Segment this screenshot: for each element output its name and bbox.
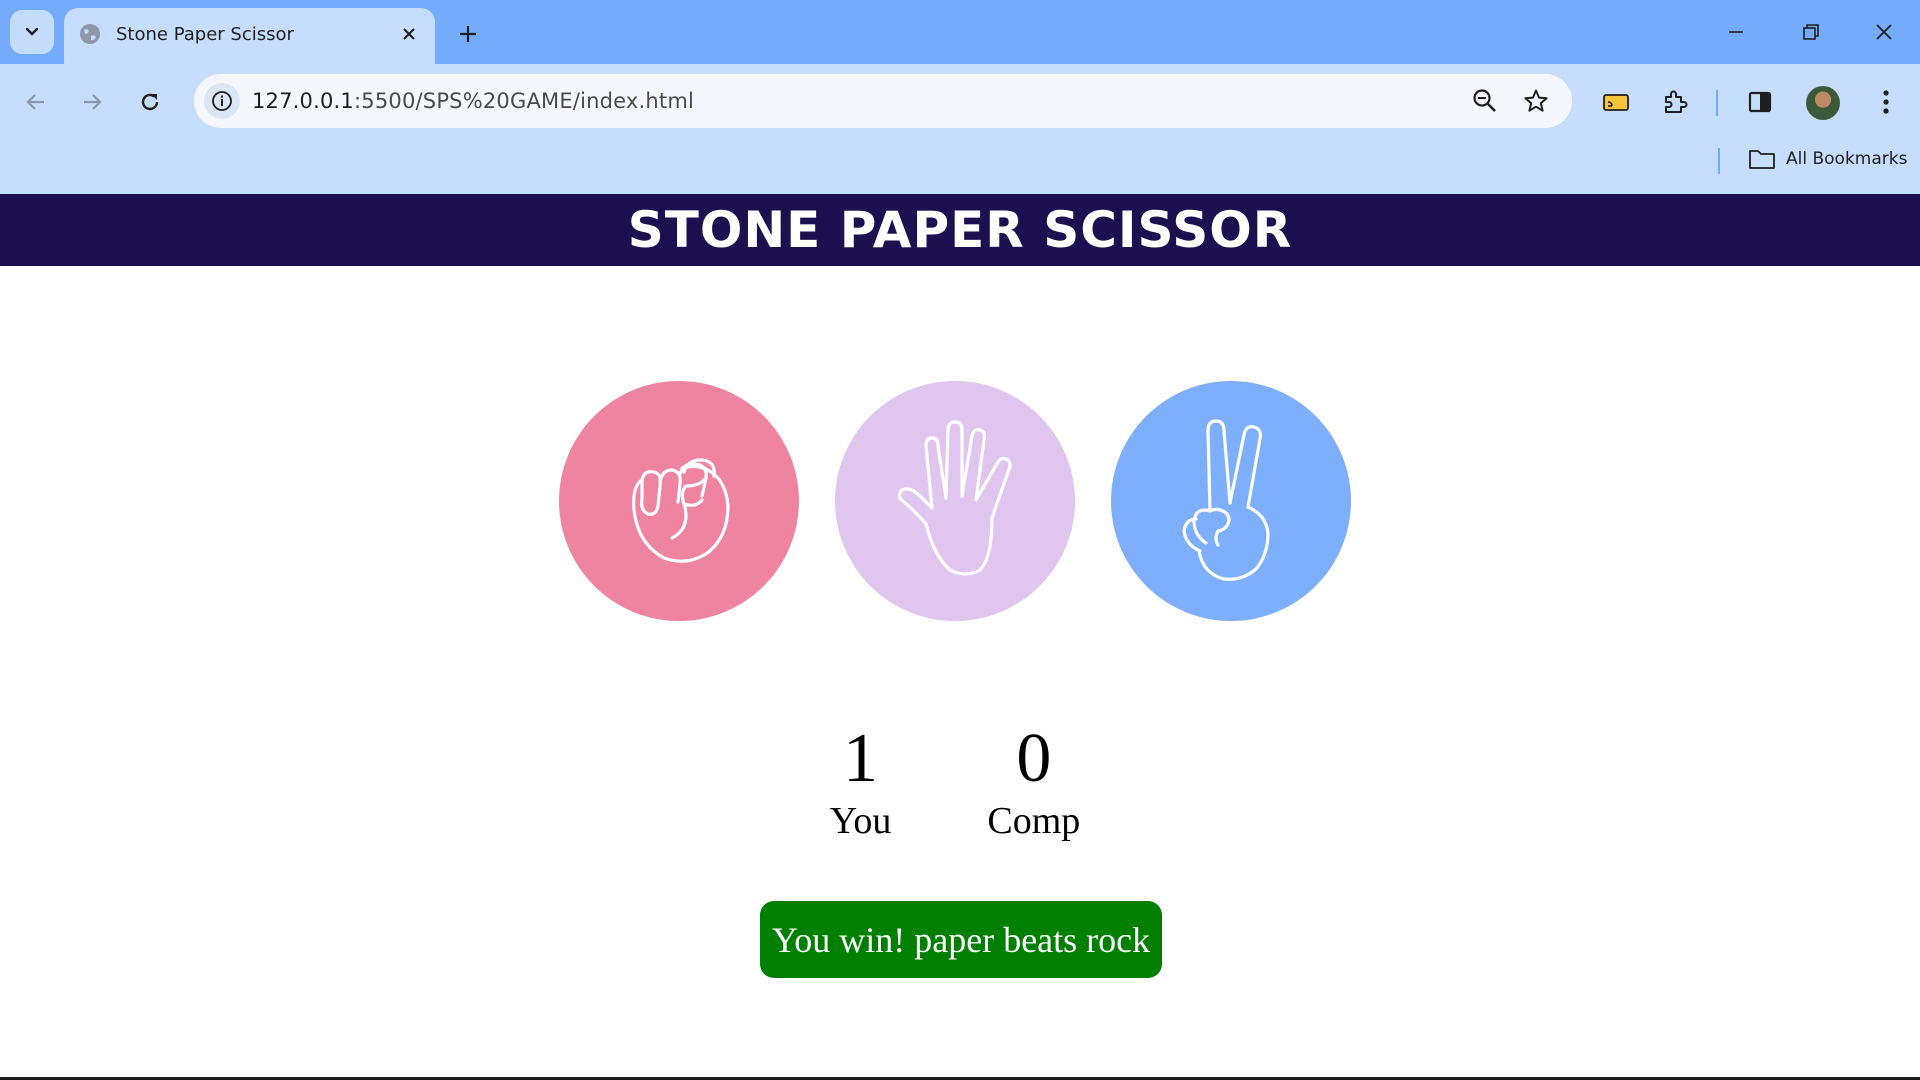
url-path: :5500/SPS%20GAME/index.html — [354, 89, 695, 113]
url-text: 127.0.0.1:5500/SPS%20GAME/index.html — [252, 89, 694, 113]
browser-tab-strip: Stone Paper Scissor — [0, 0, 1920, 64]
forward-button[interactable] — [72, 82, 112, 122]
reload-icon — [141, 93, 159, 111]
new-tab-button[interactable] — [450, 16, 486, 52]
bookmarks-separator — [1718, 148, 1720, 174]
browser-toolbar: 127.0.0.1:5500/SPS%20GAME/index.html All… — [0, 64, 1920, 194]
all-bookmarks-label: All Bookmarks — [1786, 149, 1908, 169]
browser-menu-button[interactable] — [1866, 82, 1906, 122]
page-title: STONE PAPER SCISSOR — [627, 201, 1293, 259]
plus-icon — [460, 26, 476, 42]
zoom-button[interactable] — [1470, 86, 1500, 116]
open-hand-icon — [897, 420, 1012, 576]
back-button[interactable] — [16, 82, 56, 122]
tab-search-button[interactable] — [10, 10, 54, 54]
user-score-box: 1 You — [830, 719, 892, 843]
chevron-down-icon — [25, 27, 39, 36]
user-score: 1 — [843, 720, 879, 797]
scoreboard: 1 You 0 Comp — [0, 719, 1920, 843]
rock-choice[interactable] — [559, 381, 799, 621]
all-bookmarks-button[interactable]: All Bookmarks — [1748, 148, 1907, 170]
user-score-label: You — [829, 800, 892, 842]
close-icon — [1876, 24, 1892, 40]
bookmark-star-button[interactable] — [1521, 86, 1551, 116]
info-icon — [212, 91, 232, 111]
comp-score-label: Comp — [987, 800, 1081, 842]
site-info-button[interactable] — [204, 83, 240, 119]
choices-row — [0, 381, 1920, 621]
close-icon — [403, 28, 415, 40]
browser-tab[interactable]: Stone Paper Scissor — [64, 8, 435, 64]
fist-icon — [632, 458, 730, 563]
minimize-button[interactable] — [1716, 12, 1756, 52]
puzzle-icon — [1665, 90, 1688, 113]
tab-title: Stone Paper Scissor — [116, 24, 294, 45]
zoom-out-icon — [1473, 89, 1496, 112]
reload-button[interactable] — [130, 82, 170, 122]
arrow-right-icon — [84, 94, 102, 110]
comp-score-box: 0 Comp — [987, 719, 1080, 843]
page-header: STONE PAPER SCISSOR — [0, 194, 1920, 266]
comp-score: 0 — [1016, 720, 1052, 797]
profile-avatar[interactable] — [1806, 86, 1840, 120]
more-vertical-icon — [1883, 90, 1889, 114]
extension-button[interactable] — [1596, 82, 1636, 122]
paper-choice[interactable] — [835, 381, 1075, 621]
side-panel-button[interactable] — [1740, 82, 1780, 122]
result-message: You win! paper beats rock — [760, 901, 1162, 978]
scissors-choice[interactable] — [1111, 381, 1351, 621]
extensions-menu-button[interactable] — [1655, 82, 1695, 122]
address-bar[interactable]: 127.0.0.1:5500/SPS%20GAME/index.html — [194, 74, 1572, 128]
restore-icon — [1803, 24, 1819, 40]
folder-icon — [1749, 150, 1775, 169]
url-host: 127.0.0.1 — [252, 89, 354, 113]
star-icon — [1524, 89, 1548, 112]
globe-icon — [80, 24, 100, 44]
arrow-left-icon — [26, 94, 44, 110]
tab-close-button[interactable] — [397, 22, 421, 46]
page-content: STONE PAPER SCISSOR 1 You 0 Comp You win… — [0, 194, 1920, 1080]
result-message-text: You win! paper beats rock — [771, 919, 1151, 960]
close-window-button[interactable] — [1864, 12, 1904, 52]
cast-icon — [1603, 94, 1629, 111]
peace-hand-icon — [1182, 419, 1270, 581]
toolbar-separator — [1716, 90, 1718, 116]
minimize-icon — [1729, 31, 1743, 33]
side-panel-icon — [1748, 91, 1772, 113]
restore-button[interactable] — [1791, 12, 1831, 52]
